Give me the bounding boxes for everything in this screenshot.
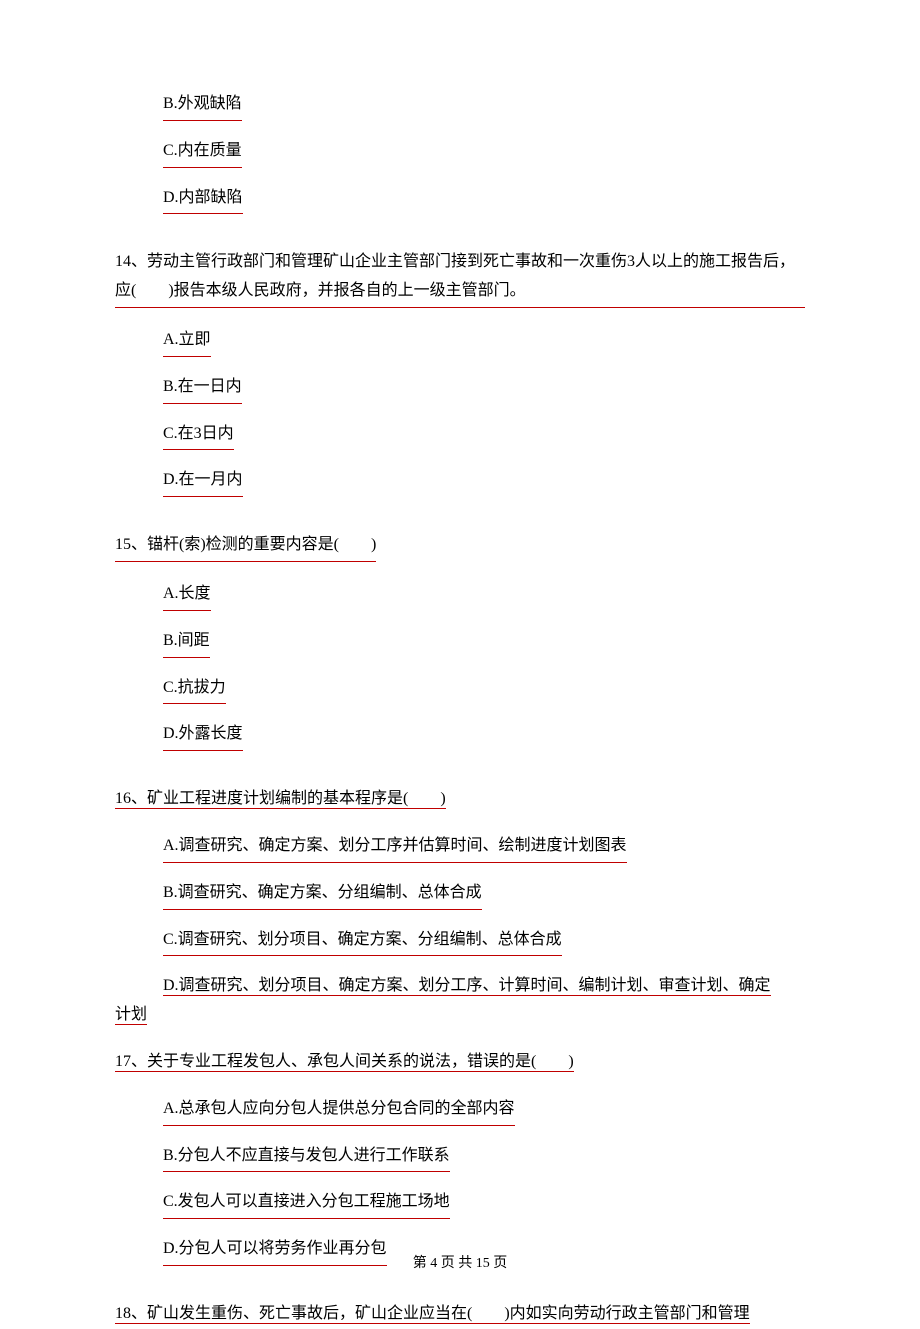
q17-option-b: B.分包人不应直接与发包人进行工作联系 (163, 1142, 450, 1173)
q13-option-b: B.外观缺陷 (163, 90, 242, 121)
q17-text: 17、关于专业工程发包人、承包人间关系的说法，错误的是( ) (115, 1053, 574, 1072)
q16-option-b: B.调查研究、确定方案、分组编制、总体合成 (163, 879, 482, 910)
q15-option-b: B.间距 (163, 627, 210, 658)
q17-option-a: A.总承包人应向分包人提供总分包合同的全部内容 (163, 1095, 515, 1126)
q14-text: 14、劳动主管行政部门和管理矿山企业主管部门接到死亡事故和一次重伤3人以上的施工… (115, 248, 805, 308)
q14-option-a: A.立即 (163, 326, 211, 357)
q16-option-c: C.调查研究、划分项目、确定方案、分组编制、总体合成 (163, 926, 562, 957)
q15-option-d: D.外露长度 (163, 720, 243, 751)
page-footer: 第 4 页 共 15 页 (0, 1251, 920, 1276)
q17-option-c: C.发包人可以直接进入分包工程施工场地 (163, 1188, 450, 1219)
q15-text: 15、锚杆(索)检测的重要内容是( ) (115, 531, 376, 562)
q16-option-d: D.调查研究、划分项目、确定方案、划分工序、计算时间、编制计划、审查计划、确定 … (115, 972, 805, 1030)
q15-option-c: C.抗拔力 (163, 674, 226, 705)
q14-option-d: D.在一月内 (163, 466, 243, 497)
q18-text: 18、矿山发生重伤、死亡事故后，矿山企业应当在( )内如实向劳动行政主管部门和管… (115, 1305, 750, 1324)
q13-option-c: C.内在质量 (163, 137, 242, 168)
q14-option-c: C.在3日内 (163, 420, 234, 451)
q13-option-d: D.内部缺陷 (163, 184, 243, 215)
q16-text: 16、矿业工程进度计划编制的基本程序是( ) (115, 790, 446, 809)
q16-option-a: A.调查研究、确定方案、划分工序并估算时间、绘制进度计划图表 (163, 832, 627, 863)
q15-option-a: A.长度 (163, 580, 211, 611)
q14-option-b: B.在一日内 (163, 373, 242, 404)
